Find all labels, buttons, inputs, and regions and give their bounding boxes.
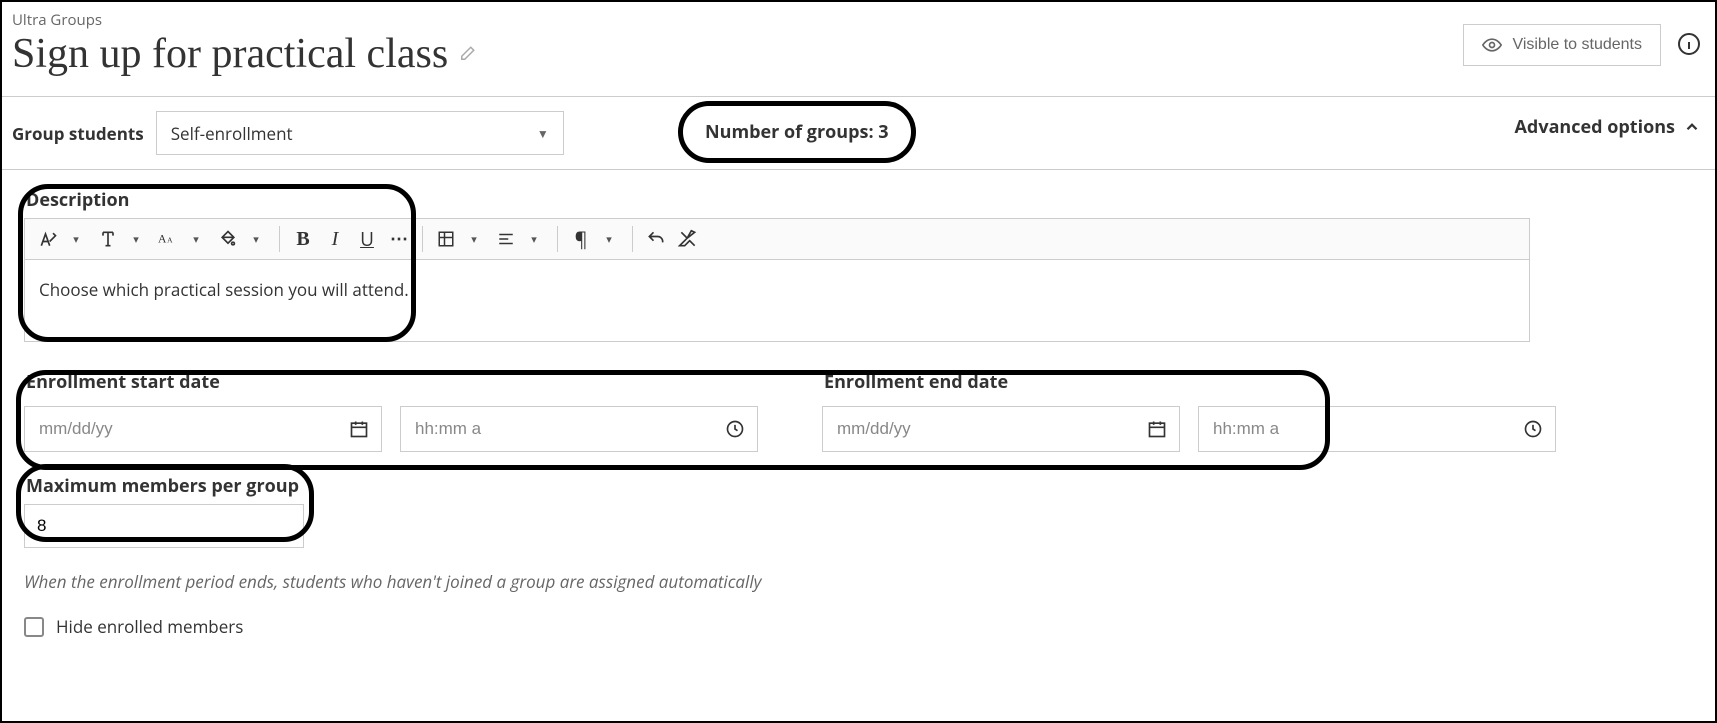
enrollment-hint: When the enrollment period ends, student… [24, 570, 1693, 593]
italic-icon[interactable]: I [320, 224, 350, 254]
advanced-options-label: Advanced options [1515, 115, 1675, 139]
description-label: Description [26, 188, 1693, 212]
breadcrumb[interactable]: Ultra Groups [12, 10, 1703, 30]
text-format-icon[interactable] [93, 224, 123, 254]
group-students-select[interactable]: Self-enrollment ▼ [156, 111, 564, 155]
chevron-down-icon: ▼ [537, 125, 549, 142]
clear-format-icon[interactable] [673, 224, 703, 254]
chevron-up-icon [1683, 118, 1701, 136]
enrollment-start-label: Enrollment start date [26, 370, 382, 394]
svg-text:A: A [167, 235, 173, 244]
visibility-label: Visible to students [1512, 36, 1642, 54]
dropdown-caret-icon[interactable]: ▾ [181, 224, 211, 254]
dropdown-caret-icon[interactable]: ▾ [121, 224, 151, 254]
dropdown-caret-icon[interactable]: ▾ [519, 224, 549, 254]
description-editor[interactable]: Choose which practical session you will … [24, 260, 1530, 342]
group-students-label: Group students [12, 122, 144, 145]
text-style-icon[interactable] [33, 224, 63, 254]
hide-enrolled-label: Hide enrolled members [56, 615, 243, 638]
enrollment-end-time-input[interactable] [1211, 418, 1523, 440]
font-size-icon[interactable]: AA [153, 224, 183, 254]
enrollment-end-date-field[interactable] [822, 406, 1180, 452]
max-members-label: Maximum members per group [26, 474, 1693, 498]
bold-icon[interactable]: B [288, 224, 318, 254]
dropdown-caret-icon[interactable]: ▾ [594, 224, 624, 254]
calendar-icon[interactable] [1147, 419, 1167, 439]
group-students-value: Self-enrollment [171, 122, 293, 145]
dropdown-caret-icon[interactable]: ▾ [459, 224, 489, 254]
max-members-input[interactable] [35, 515, 293, 537]
visibility-button[interactable]: Visible to students [1463, 24, 1661, 66]
enrollment-end-time-field[interactable] [1198, 406, 1556, 452]
clock-icon[interactable] [725, 419, 745, 439]
enrollment-end-label: Enrollment end date [824, 370, 1180, 394]
eye-icon [1482, 35, 1502, 55]
number-of-groups: Number of groups: 3 [678, 101, 916, 163]
max-members-field[interactable] [24, 504, 304, 548]
align-icon[interactable] [491, 224, 521, 254]
enrollment-start-date-input[interactable] [37, 418, 349, 440]
svg-text:A: A [158, 232, 167, 245]
info-icon[interactable] [1677, 32, 1701, 56]
header: Ultra Groups Sign up for practical class… [2, 2, 1715, 97]
dropdown-caret-icon[interactable]: ▾ [241, 224, 271, 254]
content-area: Description ▾ ▾ AA▾ ▾ B I U ⋯ ▾ ▾ ¶▾ Cho… [2, 170, 1715, 656]
clock-icon[interactable] [1523, 419, 1543, 439]
more-icon[interactable]: ⋯ [384, 224, 414, 254]
enrollment-start-time-input[interactable] [413, 418, 725, 440]
underline-icon[interactable]: U [352, 224, 382, 254]
fill-color-icon[interactable] [213, 224, 243, 254]
dropdown-caret-icon[interactable]: ▾ [61, 224, 91, 254]
hide-enrolled-checkbox[interactable] [24, 617, 44, 637]
paragraph-icon[interactable]: ¶ [566, 224, 596, 254]
edit-title-icon[interactable] [458, 45, 476, 63]
rich-text-toolbar: ▾ ▾ AA▾ ▾ B I U ⋯ ▾ ▾ ¶▾ [24, 218, 1530, 260]
page-title: Sign up for practical class [12, 30, 448, 78]
table-icon[interactable] [431, 224, 461, 254]
undo-icon[interactable] [641, 224, 671, 254]
settings-bar: Group students Self-enrollment ▼ Number … [2, 97, 1715, 170]
advanced-options-toggle[interactable]: Advanced options [1515, 115, 1701, 139]
enrollment-end-date-input[interactable] [835, 418, 1147, 440]
enrollment-start-time-field[interactable] [400, 406, 758, 452]
calendar-icon[interactable] [349, 419, 369, 439]
enrollment-start-date-field[interactable] [24, 406, 382, 452]
